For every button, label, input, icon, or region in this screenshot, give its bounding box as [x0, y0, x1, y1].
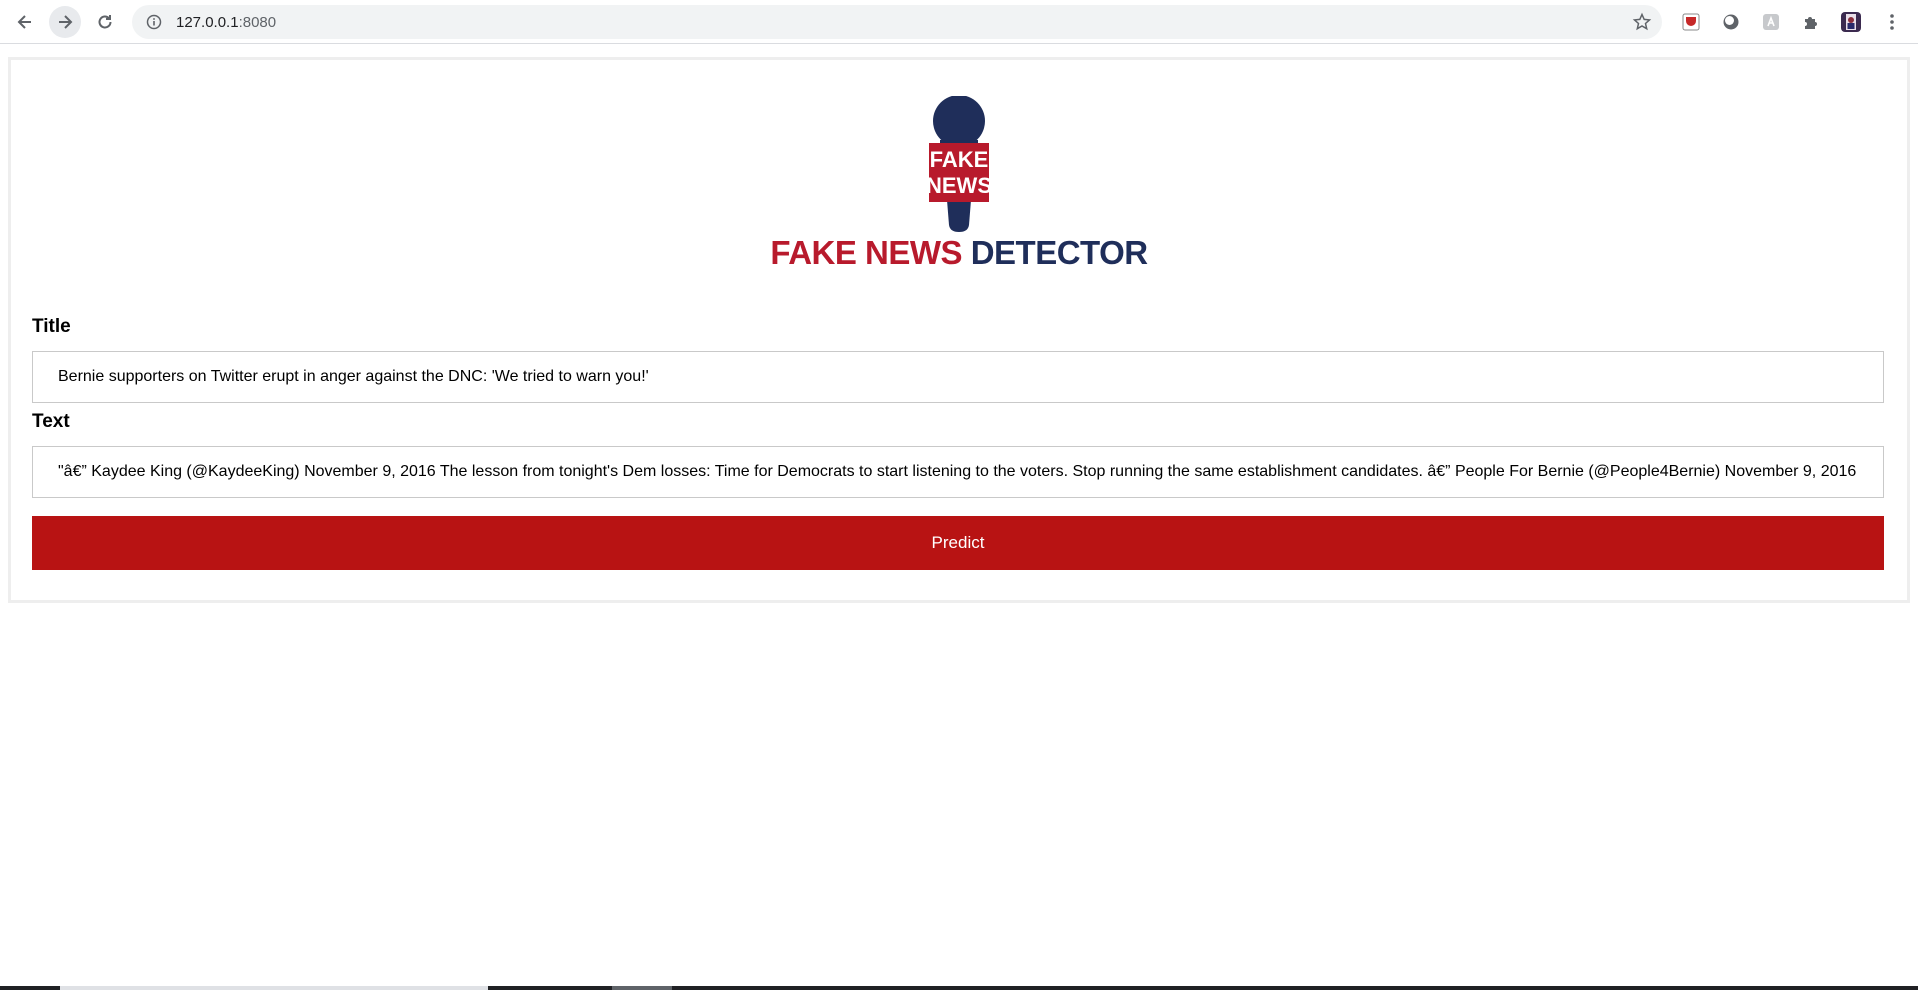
info-icon[interactable] — [146, 14, 162, 35]
text-input[interactable]: "â€” Kaydee King (@KaydeeKing) November … — [32, 446, 1884, 498]
logo: FAKE NEWS FAKE NEWS DETECTOR — [11, 96, 1907, 272]
extension-icon[interactable] — [1720, 11, 1742, 33]
mic-text-line2: NEWS — [927, 173, 991, 198]
browser-toolbar: 127.0.0.1:8080 — [0, 0, 1918, 44]
star-icon[interactable] — [1632, 12, 1652, 37]
brand-title: FAKE NEWS DETECTOR — [11, 234, 1907, 272]
avatar[interactable] — [1840, 11, 1862, 33]
forward-button[interactable] — [49, 6, 81, 38]
title-input[interactable]: Bernie supporters on Twitter erupt in an… — [32, 351, 1884, 403]
bottom-bar-segment — [60, 986, 488, 990]
mic-text-line1: FAKE — [930, 147, 989, 172]
puzzle-icon[interactable] — [1800, 11, 1822, 33]
predict-button[interactable]: Predict — [32, 516, 1884, 570]
forward-arrow-icon — [59, 15, 73, 29]
url-text: 127.0.0.1:8080 — [176, 14, 276, 31]
url-host: 127.0.0.1 — [176, 14, 239, 31]
brand-title-part2: DETECTOR — [970, 234, 1148, 271]
microphone-logo-icon: FAKE NEWS — [927, 96, 991, 232]
url-port: :8080 — [238, 14, 277, 31]
text-label: Text — [32, 411, 70, 432]
back-arrow-icon — [17, 15, 31, 29]
address-bar[interactable]: 127.0.0.1:8080 — [132, 5, 1662, 39]
menu-dots-icon[interactable] — [1880, 10, 1904, 34]
brand-title-part1: FAKE NEWS — [770, 234, 963, 271]
back-button[interactable] — [9, 6, 41, 38]
reload-button[interactable] — [89, 6, 121, 38]
title-label: Title — [32, 316, 71, 337]
extension-icon[interactable] — [1680, 11, 1702, 33]
bottom-bar — [0, 986, 1918, 990]
page-container: FAKE NEWS FAKE NEWS DETECTOR Title Berni… — [8, 57, 1910, 603]
extension-icon[interactable] — [1760, 11, 1782, 33]
reload-icon — [98, 15, 112, 29]
bottom-bar-segment — [612, 986, 672, 990]
